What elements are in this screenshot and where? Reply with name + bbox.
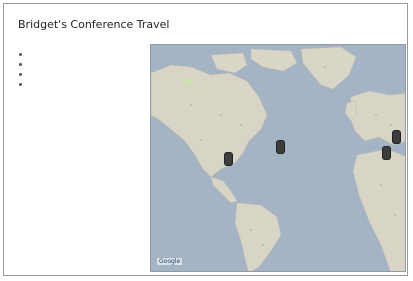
trip-marker-europe-south[interactable] [383,147,390,159]
trip-marker-midwest[interactable] [277,141,284,153]
trip-list-item-3 [18,70,154,79]
world-map[interactable]: Google [150,44,406,272]
trip-nav [18,50,154,112]
trip-list-item-4 [18,80,154,89]
trip-list-item-2 [18,60,154,69]
trip-marker-europe-north[interactable] [393,131,400,143]
secondary-link[interactable] [18,99,154,108]
map-credit[interactable]: Google [157,258,183,265]
map-tiles [151,45,405,271]
trip-marker-west[interactable] [225,153,232,165]
trip-list [18,50,154,89]
trip-list-item-1[interactable] [18,50,154,59]
page-title: Bridget's Conference Travel [18,18,170,31]
